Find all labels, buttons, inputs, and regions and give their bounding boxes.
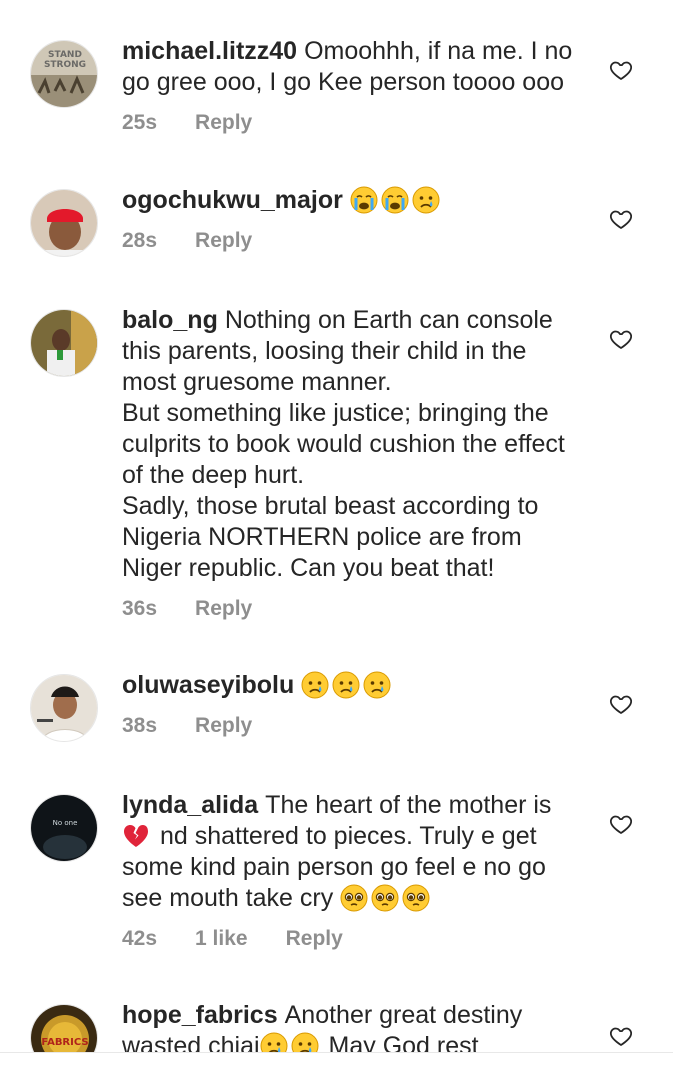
reply-button[interactable]: Reply <box>195 111 252 135</box>
pleading-face-icon <box>340 884 368 912</box>
loudly-crying-face-icon <box>381 186 409 214</box>
avatar[interactable] <box>30 309 98 377</box>
avatar[interactable]: No one <box>30 794 98 862</box>
crying-face-icon <box>291 1032 319 1052</box>
avatar[interactable] <box>30 189 98 257</box>
crying-face-icon <box>412 186 440 214</box>
username[interactable]: balo_ng <box>122 306 218 334</box>
reply-button[interactable]: Reply <box>195 229 252 253</box>
comment-body: ogochukwu_major 28s Reply <box>122 185 582 253</box>
comment-text: lynda_alida The heart of the mother is nd… <box>122 791 552 912</box>
comment-body: hope_fabrics Another great destiny wasted… <box>122 1000 582 1052</box>
comment-text: michael.litzz40 Omoohhh, if na me. I no g… <box>122 37 573 96</box>
username[interactable]: michael.litzz40 <box>122 37 297 65</box>
timestamp: 42s <box>122 927 158 950</box>
bottom-divider <box>0 1052 673 1069</box>
crying-face-icon <box>332 671 360 699</box>
svg-text:STRONG: STRONG <box>44 60 86 70</box>
comment-meta: 28s Reply <box>122 229 582 253</box>
comment-body: michael.litzz40 Omoohhh, if na me. I no g… <box>122 36 582 135</box>
svg-text:STAND: STAND <box>48 50 82 60</box>
crying-face-icon <box>301 671 329 699</box>
comment-body: balo_ng Nothing on Earth can console this… <box>122 305 582 621</box>
avatar-caption: FABRICS <box>41 1037 88 1048</box>
reply-button[interactable]: Reply <box>195 714 252 738</box>
comments-list: STAND STRONG michael.litzz40 Omoohhh, if … <box>0 0 673 1052</box>
crying-face-icon <box>363 671 391 699</box>
comment-text: hope_fabrics Another great destiny wasted… <box>122 1000 582 1052</box>
likes-count[interactable]: 1 like <box>195 927 248 951</box>
timestamp: 28s <box>122 229 158 252</box>
like-heart-icon[interactable] <box>609 1024 633 1048</box>
crying-face-icon <box>260 1032 288 1052</box>
username[interactable]: oluwaseyibolu <box>122 671 294 699</box>
avatar[interactable]: FABRICS <box>30 1004 98 1052</box>
avatar[interactable] <box>30 674 98 742</box>
comment-meta: 38s Reply <box>122 714 582 738</box>
pleading-face-icon <box>402 884 430 912</box>
like-heart-icon[interactable] <box>609 812 633 836</box>
like-heart-icon[interactable] <box>609 327 633 351</box>
comment-text: oluwaseyibolu <box>122 670 582 701</box>
username[interactable]: ogochukwu_major <box>122 186 343 214</box>
timestamp: 25s <box>122 111 158 134</box>
username[interactable]: hope_fabrics <box>122 1001 278 1029</box>
comment-meta: 25s Reply <box>122 111 582 135</box>
comment-meta: 42s 1 like Reply <box>122 927 582 951</box>
avatar-caption: No one <box>53 819 78 827</box>
broken-heart-icon <box>122 822 150 850</box>
like-heart-icon[interactable] <box>609 207 633 231</box>
pleading-face-icon <box>371 884 399 912</box>
like-heart-icon[interactable] <box>609 58 633 82</box>
comment-meta: 36s Reply <box>122 597 582 621</box>
comment-body: oluwaseyibolu 38s Reply <box>122 670 582 738</box>
comment-text: balo_ng Nothing on Earth can console this… <box>122 306 565 582</box>
username[interactable]: lynda_alida <box>122 791 258 819</box>
like-heart-icon[interactable] <box>609 692 633 716</box>
comment-body: lynda_alida The heart of the mother is nd… <box>122 790 582 951</box>
timestamp: 38s <box>122 714 158 737</box>
avatar[interactable]: STAND STRONG <box>30 40 98 108</box>
reply-button[interactable]: Reply <box>195 597 252 621</box>
comment-text: ogochukwu_major <box>122 185 582 216</box>
timestamp: 36s <box>122 597 158 620</box>
loudly-crying-face-icon <box>350 186 378 214</box>
reply-button[interactable]: Reply <box>286 927 343 951</box>
